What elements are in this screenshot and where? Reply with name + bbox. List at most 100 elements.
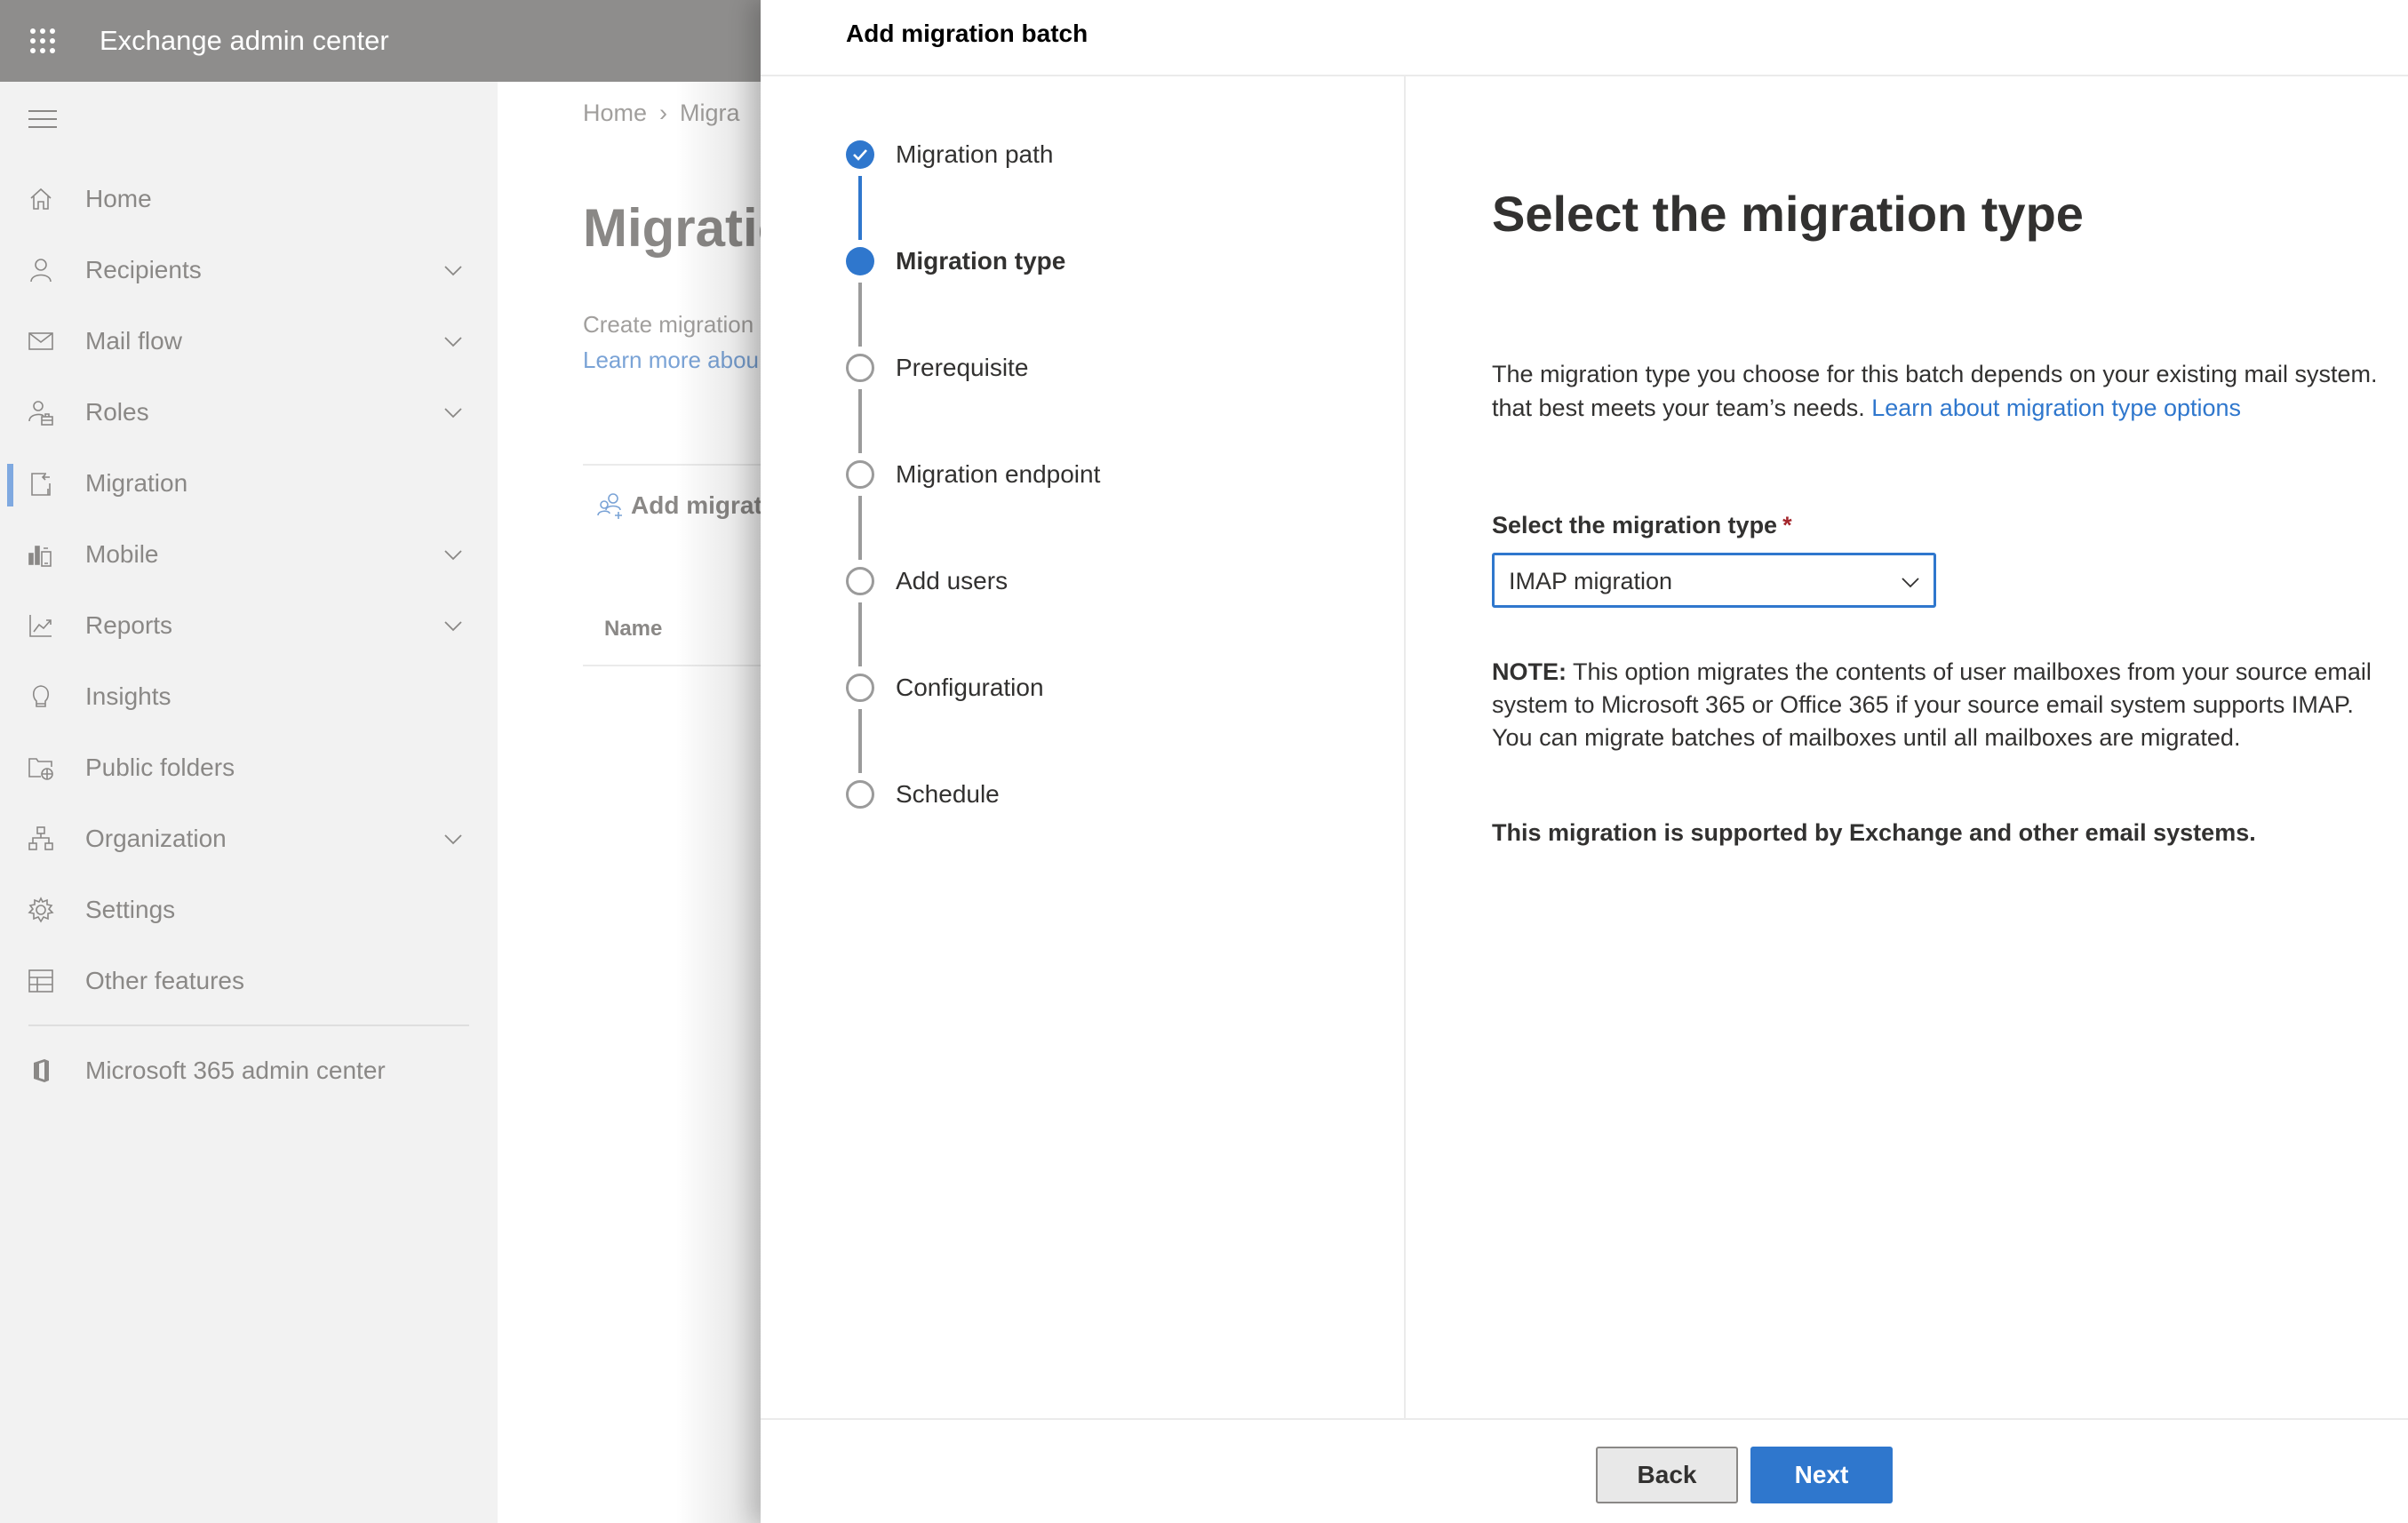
wizard-step-prerequisite[interactable]: Prerequisite bbox=[846, 353, 1028, 383]
app-title: Exchange admin center bbox=[100, 25, 389, 56]
sidebar-item-label: Recipients bbox=[85, 256, 202, 283]
support-statement: This migration is supported by Exchange … bbox=[1492, 819, 2256, 846]
stepper-divider bbox=[1404, 76, 1406, 1418]
wizard-step-migration-type[interactable]: Migration type bbox=[846, 246, 1065, 276]
breadcrumb-current: Migra bbox=[680, 100, 740, 126]
step-connector bbox=[858, 709, 862, 773]
migration-page-background: Home › Migra Migratio Create migration Lea… bbox=[498, 82, 761, 1523]
next-button[interactable]: Next bbox=[1750, 1447, 1893, 1503]
step-pending-circle-icon bbox=[846, 460, 874, 489]
public-folder-icon bbox=[27, 754, 55, 782]
step-pending-circle-icon bbox=[846, 567, 874, 595]
step-label: Migration type bbox=[896, 247, 1066, 275]
sidebar-item-label: Other features bbox=[85, 967, 244, 994]
mail-icon bbox=[27, 327, 55, 355]
step-label: Schedule bbox=[896, 780, 1000, 808]
waffle-icon bbox=[30, 28, 55, 53]
sidebar-item-organization[interactable]: Organization bbox=[0, 803, 498, 874]
step-label: Configuration bbox=[896, 674, 1044, 701]
person-icon bbox=[27, 256, 55, 284]
chevron-down-icon[interactable] bbox=[443, 259, 464, 281]
lightbulb-icon bbox=[27, 682, 55, 711]
footer-divider bbox=[761, 1418, 2408, 1420]
app-launcher-button[interactable] bbox=[0, 0, 85, 82]
add-migration-batch-command[interactable]: Add migrat bbox=[595, 490, 761, 521]
sidebar-item-label: Reports bbox=[85, 611, 173, 639]
wizard-step-migration-endpoint[interactable]: Migration endpoint bbox=[846, 459, 1100, 490]
step-heading: Select the migration type bbox=[1492, 186, 2084, 242]
office-icon bbox=[27, 1057, 55, 1085]
sidebar-nav: Home Recipients Mail flow Roles Migration Mob… bbox=[0, 163, 498, 1017]
sidebar-item-insights[interactable]: Insights bbox=[0, 661, 498, 732]
mobile-icon bbox=[27, 540, 55, 569]
gear-icon bbox=[27, 896, 55, 924]
step-current-dot-icon bbox=[846, 247, 874, 275]
chevron-down-icon[interactable] bbox=[443, 828, 464, 849]
step-label: Add users bbox=[896, 567, 1009, 594]
sidebar-item-mobile[interactable]: Mobile bbox=[0, 519, 498, 590]
learn-about-migration-types-link[interactable]: Learn about migration type options bbox=[1871, 395, 2241, 421]
learn-more-link[interactable]: Learn more abou bbox=[583, 347, 759, 374]
hamburger-menu-button[interactable] bbox=[28, 108, 57, 130]
add-migration-batch-panel: Add migration batch Migration path Migrat… bbox=[761, 0, 2408, 1523]
chevron-down-icon[interactable] bbox=[443, 402, 464, 423]
sidebar-item-label: Mail flow bbox=[85, 327, 182, 355]
sidebar-item-recipients[interactable]: Recipients bbox=[0, 235, 498, 306]
sidebar-item-mail-flow[interactable]: Mail flow bbox=[0, 306, 498, 377]
panel-title: Add migration batch bbox=[846, 20, 1088, 47]
step-pending-circle-icon bbox=[846, 674, 874, 702]
step-label: Migration endpoint bbox=[896, 460, 1101, 488]
breadcrumb-chevron-icon: › bbox=[659, 100, 668, 126]
step-connector bbox=[858, 602, 862, 666]
sidebar: Home Recipients Mail flow Roles Migration Mob… bbox=[0, 82, 498, 1523]
migration-type-dropdown[interactable]: IMAP migration bbox=[1492, 553, 1936, 608]
step-content: Select the migration type The migration … bbox=[1492, 0, 2408, 1418]
wizard-step-migration-path[interactable]: Migration path bbox=[846, 140, 1053, 170]
migration-type-label: Select the migration type * bbox=[1492, 512, 1792, 538]
back-button[interactable]: Back bbox=[1596, 1447, 1738, 1503]
wizard-step-add-users[interactable]: Add users bbox=[846, 566, 1008, 596]
roles-icon bbox=[27, 398, 55, 427]
required-marker: * bbox=[1782, 512, 1792, 538]
home-icon bbox=[27, 185, 55, 213]
column-header-name[interactable]: Name bbox=[604, 617, 662, 642]
step-description: The migration type you choose for this b… bbox=[1492, 361, 2378, 421]
chevron-down-icon[interactable] bbox=[443, 544, 464, 565]
org-chart-icon bbox=[27, 825, 55, 853]
breadcrumb-home[interactable]: Home bbox=[583, 100, 647, 126]
sidebar-divider bbox=[28, 1025, 469, 1026]
sidebar-item-label: Roles bbox=[85, 398, 149, 426]
page-description: Create migration bbox=[583, 311, 754, 338]
sidebar-item-roles[interactable]: Roles bbox=[0, 377, 498, 448]
chevron-down-icon[interactable] bbox=[443, 331, 464, 352]
chart-icon bbox=[27, 611, 55, 640]
sidebar-item-label: Home bbox=[85, 185, 152, 212]
step-label: Migration path bbox=[896, 140, 1054, 168]
sidebar-item-home[interactable]: Home bbox=[0, 163, 498, 235]
chevron-down-icon bbox=[1900, 571, 1921, 593]
sidebar-item-public-folders[interactable]: Public folders bbox=[0, 732, 498, 803]
sidebar-item-migration[interactable]: Migration bbox=[0, 448, 498, 519]
chevron-down-icon[interactable] bbox=[443, 615, 464, 636]
sidebar-item-label: Mobile bbox=[85, 540, 159, 568]
sidebar-item-label: Organization bbox=[85, 825, 227, 852]
selected-indicator bbox=[7, 464, 13, 506]
wizard-step-configuration[interactable]: Configuration bbox=[846, 673, 1044, 703]
sidebar-item-label: Settings bbox=[85, 896, 176, 923]
table-header-divider bbox=[583, 665, 761, 666]
add-users-icon bbox=[597, 493, 622, 519]
sidebar-item-label: Insights bbox=[85, 682, 171, 710]
migration-note: NOTE: This option migrates the contents … bbox=[1492, 658, 2372, 751]
sidebar-item-m365-admin-center[interactable]: Microsoft 365 admin center bbox=[0, 1035, 498, 1106]
sidebar-item-label: Migration bbox=[85, 469, 188, 497]
sidebar-item-settings[interactable]: Settings bbox=[0, 874, 498, 945]
wizard-step-schedule[interactable]: Schedule bbox=[846, 779, 1000, 809]
panel-shadow bbox=[675, 82, 761, 1523]
dropdown-selected-value: IMAP migration bbox=[1509, 568, 1673, 594]
page-divider bbox=[583, 464, 761, 466]
step-connector bbox=[858, 496, 862, 560]
sidebar-item-reports[interactable]: Reports bbox=[0, 590, 498, 661]
breadcrumb: Home › Migra bbox=[583, 100, 740, 127]
sidebar-item-other-features[interactable]: Other features bbox=[0, 945, 498, 1017]
step-pending-circle-icon bbox=[846, 354, 874, 382]
